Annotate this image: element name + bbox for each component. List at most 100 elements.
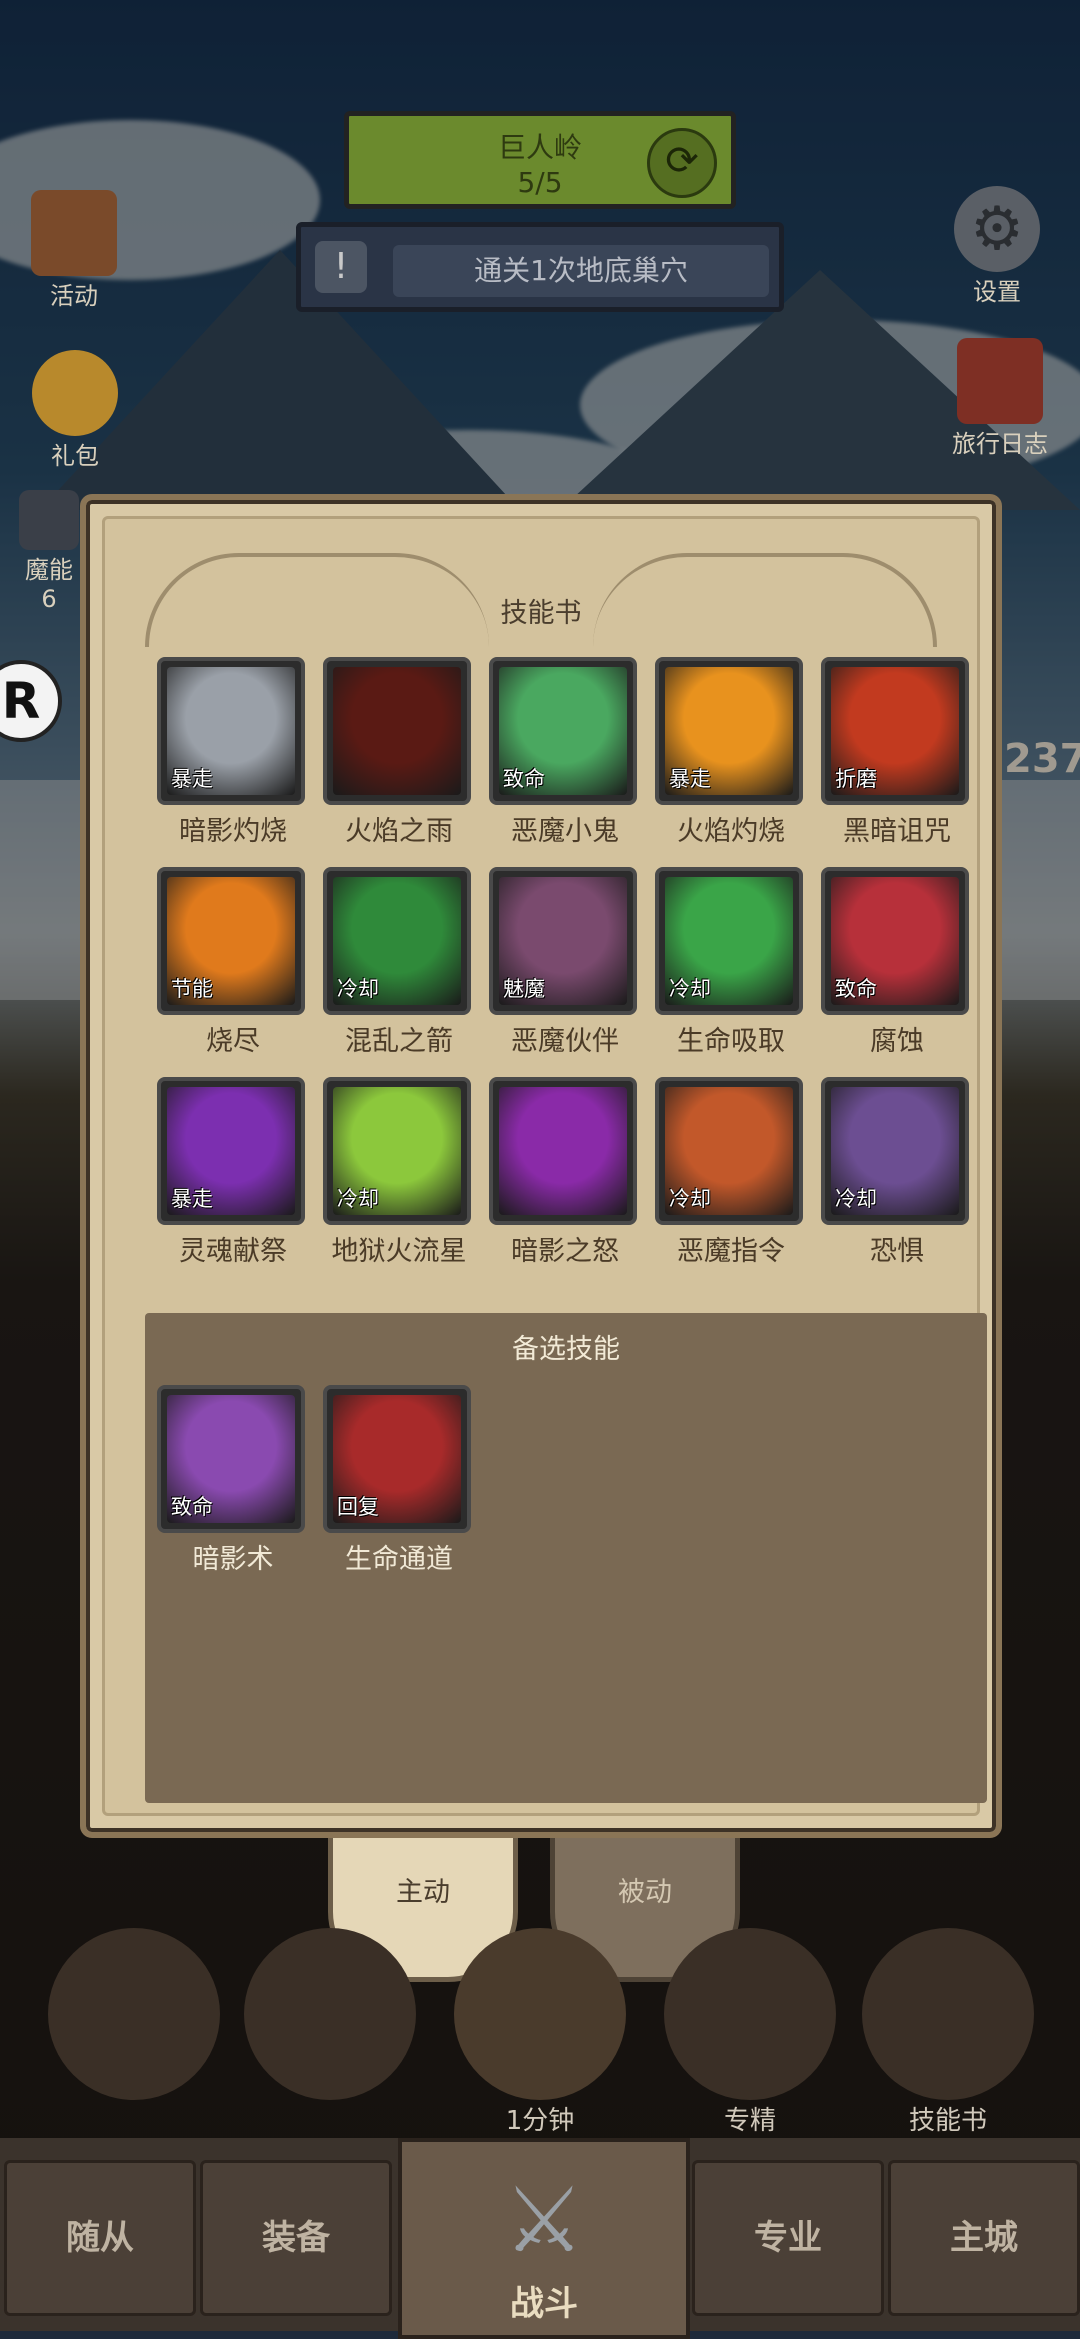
chest-icon [454,1928,626,2100]
specialization-button[interactable]: 专精 [660,1928,840,2137]
skill-art-icon [499,1087,627,1215]
target-icon [664,1928,836,2100]
gear-icon: ⚙ [954,186,1040,272]
skill-name: 生命通道 [345,1544,453,1575]
skill-tag: 折磨 [835,767,877,791]
skill-tile: 折磨 [821,657,969,805]
skill-tag: 暴走 [669,767,711,791]
dialog-panel: 技能书 暴走 暗影灼烧 火焰之雨 致命 恶魔小鬼 暴走 火焰灼烧 折磨 黑暗诅咒 节能烧… [102,516,987,1816]
skill-tile: 冷却 [323,1077,471,1225]
skill-tag: 暴走 [171,1187,213,1211]
skill-tag: 冷却 [669,977,711,1001]
skill-tile: 致命 [489,657,637,805]
alert-icon: ! [315,241,367,293]
nav-battle[interactable]: ⚔ 战斗 [398,2138,690,2339]
gift-button[interactable]: 礼包 [20,350,130,471]
skill-item[interactable]: 节能烧尽 [157,867,309,1057]
skill-tile: 致命 [157,1385,305,1533]
skill-name: 混乱之箭 [345,1026,453,1057]
skill-item[interactable]: 魅魔恶魔伙伴 [489,867,641,1057]
skillbook-icon [862,1928,1034,2100]
skill-tile: 冷却 [323,867,471,1015]
task-bar[interactable]: ! 通关1次地底巢穴 [296,222,784,312]
skill-item[interactable]: 暴走暗影灼烧 [157,657,309,847]
skill-tile: 致命 [821,867,969,1015]
nav-equipment[interactable]: 装备 [200,2160,392,2316]
skill-tile [489,1077,637,1225]
scroll-icon [31,190,117,276]
bread-button[interactable] [240,1928,420,2100]
skill-item[interactable]: 暴走灵魂献祭 [157,1077,309,1267]
potion-button[interactable] [44,1928,224,2100]
skill-tag: 致命 [503,767,545,791]
skill-tag: 回复 [337,1495,379,1519]
skill-name: 灵魂献祭 [179,1236,287,1267]
skill-item[interactable]: 冷却混乱之箭 [323,867,475,1057]
skill-item[interactable]: 冷却生命吸取 [655,867,807,1057]
gift-label: 礼包 [51,442,99,470]
skill-tag: 暴走 [171,767,213,791]
skill-item[interactable]: 暗影之怒 [489,1077,641,1267]
skill-tile: 暴走 [655,657,803,805]
skill-name: 恶魔小鬼 [511,816,619,847]
skill-tag: 冷却 [337,977,379,1001]
skill-tag: 冷却 [835,1187,877,1211]
chest-button[interactable]: 1分钟 [448,1928,632,2137]
skill-name: 恐惧 [870,1236,924,1267]
mana-button[interactable]: 魔能 6 [14,490,84,613]
skill-name: 暗影之怒 [511,1236,619,1267]
skill-name: 暗影灼烧 [179,816,287,847]
skill-item[interactable]: 冷却恐惧 [821,1077,973,1267]
skill-name: 恶魔伙伴 [511,1026,619,1057]
side-number: 237 [1004,736,1080,782]
reserve-skill-item[interactable]: 回复生命通道 [323,1385,475,1575]
crossed-swords-icon: ⚔ [503,2168,585,2273]
skill-tile: 暴走 [157,1077,305,1225]
skill-name: 生命吸取 [677,1026,785,1057]
skill-name: 火焰之雨 [345,816,453,847]
tab-passive-label: 被动 [618,1877,672,1908]
nav-followers[interactable]: 随从 [4,2160,196,2316]
skill-item[interactable]: 折磨 黑暗诅咒 [821,657,973,847]
crystal-icon [19,490,79,550]
action-label: 专精 [723,2106,776,2136]
skillbook-button[interactable]: 技能书 [858,1928,1038,2137]
skill-tile: 节能 [157,867,305,1015]
skill-tag: 魅魔 [503,977,545,1001]
skill-item[interactable]: 火焰之雨 [323,657,475,847]
skill-tile: 冷却 [655,1077,803,1225]
tab-active-label: 主动 [396,1877,450,1908]
skill-name: 恶魔指令 [677,1236,785,1267]
quest-panel[interactable]: 巨人岭 5/5 ⟳ [344,111,736,209]
skill-tag: 冷却 [337,1187,379,1211]
book-icon [957,338,1043,424]
refresh-icon[interactable]: ⟳ [647,128,717,198]
skill-item[interactable]: 冷却地狱火流星 [323,1077,475,1267]
nav-battle-label: 战斗 [510,2284,578,2324]
reserve-skill-item[interactable]: 致命 暗影术 [157,1385,309,1575]
coin-icon [32,350,118,436]
skill-tag: 节能 [171,977,213,1001]
activity-label: 活动 [50,282,98,310]
travel-log-button[interactable]: 旅行日志 [930,338,1070,459]
dialog-title: 技能书 [500,598,582,629]
skill-name: 烧尽 [206,1026,260,1057]
skill-item[interactable]: 致命腐蚀 [821,867,973,1057]
task-text: 通关1次地底巢穴 [393,245,769,297]
mana-label: 魔能 [25,556,73,584]
skill-name: 腐蚀 [870,1026,924,1057]
skill-tile [323,657,471,805]
mana-value: 6 [41,585,57,613]
settings-button[interactable]: ⚙ 设置 [932,186,1062,307]
nav-main-city[interactable]: 主城 [888,2160,1080,2316]
nav-profession[interactable]: 专业 [692,2160,884,2316]
skill-item[interactable]: 冷却恶魔指令 [655,1077,807,1267]
activity-button[interactable]: 活动 [14,190,134,311]
travel-log-label: 旅行日志 [952,430,1048,458]
skill-tag: 冷却 [669,1187,711,1211]
skill-item[interactable]: 暴走 火焰灼烧 [655,657,807,847]
skill-item[interactable]: 致命恶魔小鬼 [489,657,641,847]
skill-name: 地狱火流星 [331,1236,467,1267]
action-label: 技能书 [908,2106,987,2136]
skill-tag: 致命 [835,977,877,1001]
